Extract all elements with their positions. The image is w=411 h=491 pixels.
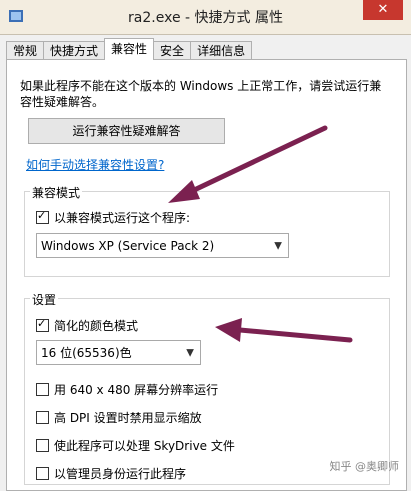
annotation-arrow: [168, 125, 328, 203]
tab-compatibility[interactable]: 兼容性: [104, 38, 155, 60]
annotation-arrows: [168, 125, 353, 343]
annotation-arrow: [215, 318, 353, 343]
